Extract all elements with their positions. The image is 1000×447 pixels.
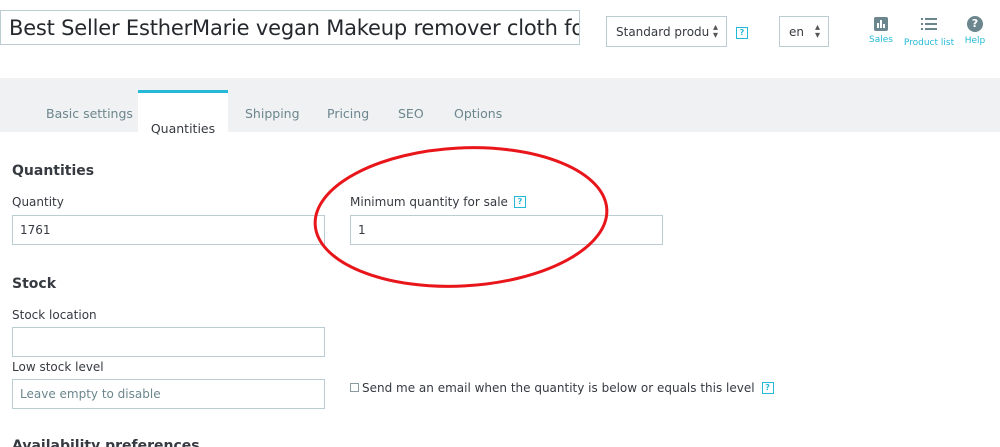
help-label: Help [964,36,986,46]
email-alert-label: Send me an email when the quantity is be… [362,381,755,395]
language-value: en [789,25,804,39]
tab-options[interactable]: Options [454,78,502,132]
help-tooltip-icon[interactable]: ? [736,27,748,39]
tab-quantities[interactable]: Quantities [138,90,228,136]
sales-label: Sales [869,35,893,45]
help-tooltip-icon[interactable]: ? [761,381,774,394]
stock-location-input[interactable] [12,327,325,357]
email-alert-checkbox[interactable] [350,383,359,392]
availability-heading: Availability preferences [12,438,200,447]
highlight-circle-annotation [313,146,609,288]
list-icon [921,16,937,34]
product-type-value: Standard produ [616,25,710,39]
select-arrows-icon: ▴ ▾ [814,22,820,41]
bar-chart-icon [874,17,888,31]
language-select[interactable]: en ▴ ▾ [779,16,829,47]
stock-location-label: Stock location [12,308,97,322]
product-tabs: Basic settings Quantities Shipping Prici… [0,78,1000,136]
quantities-heading: Quantities [12,163,95,179]
tab-basic-settings[interactable]: Basic settings [46,78,133,132]
help-circle-icon: ? [967,16,983,32]
quantity-input[interactable]: 1761 [12,215,325,245]
quantity-label: Quantity [12,195,64,209]
select-arrows-icon: ▴ ▾ [712,22,718,41]
help-link[interactable]: ? Help [962,16,988,46]
low-stock-email-option[interactable]: Send me an email when the quantity is be… [350,381,774,395]
low-stock-label: Low stock level [12,360,104,374]
tab-pricing[interactable]: Pricing [327,78,369,132]
low-stock-input[interactable]: Leave empty to disable [12,379,325,409]
product-list-link[interactable]: Product list [900,16,958,48]
product-list-label: Product list [903,38,955,48]
product-edit-page: Best Seller EstherMarie vegan Makeup rem… [0,0,1000,447]
product-type-select[interactable]: Standard produ ▴ ▾ [606,16,727,47]
stock-heading: Stock [12,276,57,292]
tab-seo[interactable]: SEO [398,78,424,132]
product-name-input[interactable]: Best Seller EstherMarie vegan Makeup rem… [0,10,580,45]
tab-shipping[interactable]: Shipping [245,78,300,132]
sales-link[interactable]: Sales [867,16,895,45]
